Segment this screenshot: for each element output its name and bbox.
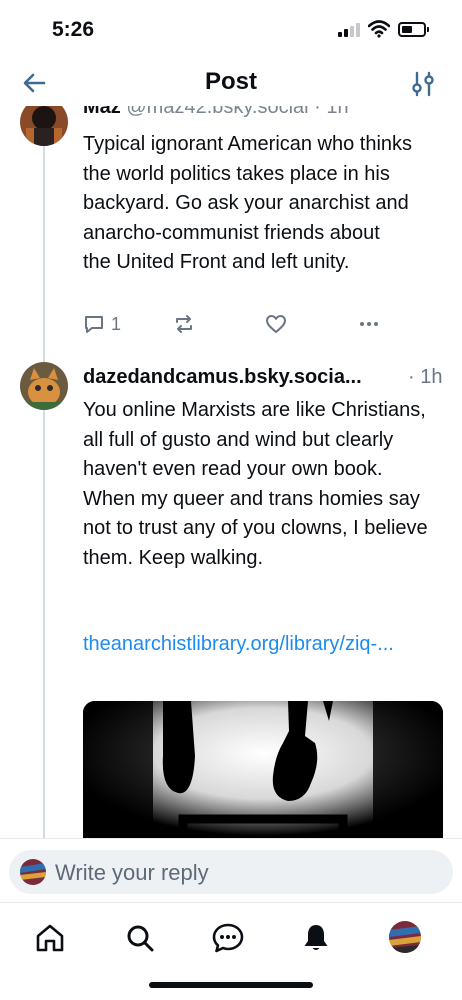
more-icon [360, 322, 378, 326]
post-timestamp: · 1h [408, 366, 443, 388]
reply-icon [85, 316, 103, 333]
post-author-line: Maz @maz42.bsky.social · 1h [83, 106, 349, 119]
bell-icon[interactable] [299, 921, 333, 955]
status-time: 5:26 [52, 18, 95, 41]
display-name[interactable]: Maz [83, 106, 121, 118]
avatar[interactable] [20, 106, 68, 146]
post-handle: @maz42.bsky.social [126, 106, 309, 118]
repost-icon [176, 315, 192, 333]
embedded-image[interactable] [83, 701, 443, 851]
user-avatar [20, 859, 46, 885]
post-link[interactable]: theanarchistlibrary.org/library/ziq-... [83, 630, 423, 660]
wifi-icon [368, 20, 390, 38]
post-item[interactable]: dazedandcamus.bsky.socia... · 1h You onl… [0, 350, 462, 851]
status-bar: 5:26 [0, 0, 462, 60]
avatar[interactable] [20, 362, 68, 410]
reply-composer: Write your reply [0, 838, 462, 902]
more-button[interactable] [358, 312, 380, 336]
post-text: Typical ignorant American who thinks the… [83, 133, 413, 273]
home-icon[interactable] [33, 921, 67, 955]
header: Post [0, 60, 462, 106]
reply-input[interactable]: Write your reply [9, 850, 453, 894]
home-indicator [149, 982, 313, 988]
post-author[interactable]: dazedandcamus.bsky.socia... [83, 366, 362, 389]
post-timestamp: 1h [326, 106, 349, 118]
reply-placeholder: Write your reply [55, 860, 209, 885]
reply-count: 1 [111, 313, 122, 334]
search-icon[interactable] [123, 921, 157, 955]
post-item[interactable]: Maz @maz42.bsky.social · 1h Typical igno… [0, 106, 462, 350]
battery-icon [398, 22, 429, 37]
post-actions: 1 [83, 312, 383, 340]
signal-icon [338, 23, 362, 37]
profile-avatar[interactable] [389, 921, 421, 953]
like-icon [266, 315, 286, 333]
post-text: You online Marxists are like Christians,… [83, 399, 428, 569]
filter-settings-icon[interactable] [408, 69, 438, 99]
chat-icon[interactable] [211, 921, 245, 955]
repost-button[interactable] [173, 312, 195, 336]
reply-button[interactable]: 1 [83, 312, 121, 336]
page-title: Post [204, 68, 257, 95]
like-button[interactable] [265, 312, 287, 336]
